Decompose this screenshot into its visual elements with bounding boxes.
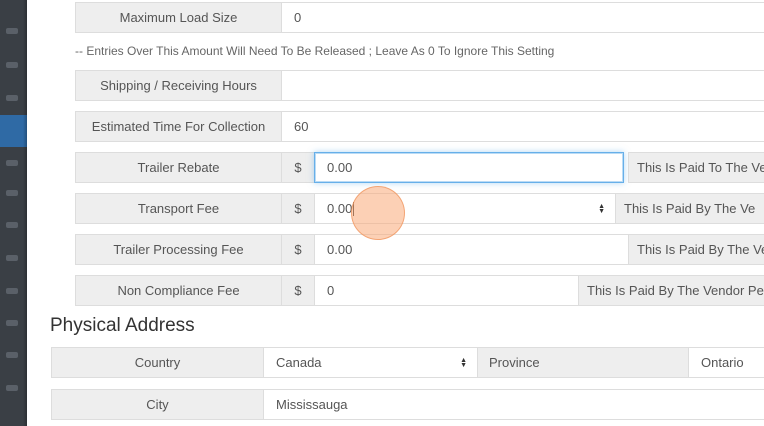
sidebar-icon bbox=[6, 255, 18, 261]
country-select[interactable]: Canada ▲ ▼ bbox=[263, 347, 478, 378]
sidebar-icon bbox=[6, 288, 18, 294]
collection-time-label: Estimated Time For Collection bbox=[75, 111, 282, 142]
trailer-processing-fee-label: Trailer Processing Fee bbox=[75, 234, 282, 265]
sidebar-icon bbox=[6, 222, 18, 228]
spinner-arrows-icon[interactable]: ▲ ▼ bbox=[598, 203, 605, 215]
updown-arrows-icon: ▲ ▼ bbox=[460, 356, 467, 369]
non-compliance-fee-label: Non Compliance Fee bbox=[75, 275, 282, 306]
non-compliance-fee-note: This Is Paid By The Vendor Per bbox=[578, 275, 764, 306]
sidebar-icon bbox=[6, 95, 18, 101]
trailer-rebate-input[interactable]: 0.00 bbox=[314, 152, 624, 183]
country-label: Country bbox=[51, 347, 264, 378]
trailer-processing-fee-note: This Is Paid By The Ve bbox=[628, 234, 764, 265]
sidebar-icon bbox=[6, 385, 18, 391]
city-label: City bbox=[51, 389, 264, 420]
province-select[interactable]: Ontario bbox=[688, 347, 764, 378]
sidebar-edge bbox=[0, 0, 27, 426]
sidebar-icon bbox=[6, 160, 18, 166]
trailer-rebate-note: This Is Paid To The Ve bbox=[628, 152, 764, 183]
trailer-processing-fee-input[interactable]: 0.00 bbox=[314, 234, 629, 265]
province-label: Province bbox=[477, 347, 689, 378]
non-compliance-fee-input[interactable]: 0 bbox=[314, 275, 579, 306]
city-input[interactable]: Mississauga bbox=[263, 389, 764, 420]
collection-time-input[interactable]: 60 bbox=[281, 111, 764, 142]
trailer-rebate-label: Trailer Rebate bbox=[75, 152, 282, 183]
sidebar-icon bbox=[6, 320, 18, 326]
sidebar-shadow bbox=[23, 0, 27, 426]
transport-fee-currency: $ bbox=[281, 193, 315, 224]
non-compliance-fee-currency: $ bbox=[281, 275, 315, 306]
transport-fee-label: Transport Fee bbox=[75, 193, 282, 224]
sidebar-icon bbox=[6, 62, 18, 68]
sidebar-icon bbox=[6, 190, 18, 196]
max-load-input[interactable]: 0 bbox=[281, 2, 764, 33]
hours-label: Shipping / Receiving Hours bbox=[75, 70, 282, 101]
physical-address-heading: Physical Address bbox=[50, 315, 195, 336]
hours-input[interactable] bbox=[281, 70, 764, 101]
trailer-rebate-currency: $ bbox=[281, 152, 315, 183]
sidebar-icon bbox=[6, 352, 18, 358]
transport-fee-value: 0.00 bbox=[327, 200, 353, 216]
transport-fee-note: This Is Paid By The Ve bbox=[615, 193, 764, 224]
max-load-help-text: -- Entries Over This Amount Will Need To… bbox=[75, 44, 555, 58]
trailer-processing-fee-currency: $ bbox=[281, 234, 315, 265]
sidebar-icon bbox=[6, 28, 18, 34]
max-load-label: Maximum Load Size bbox=[75, 2, 282, 33]
text-caret bbox=[353, 202, 355, 217]
country-value: Canada bbox=[276, 355, 322, 370]
transport-fee-input[interactable]: 0.00 ▲ ▼ bbox=[314, 193, 616, 224]
